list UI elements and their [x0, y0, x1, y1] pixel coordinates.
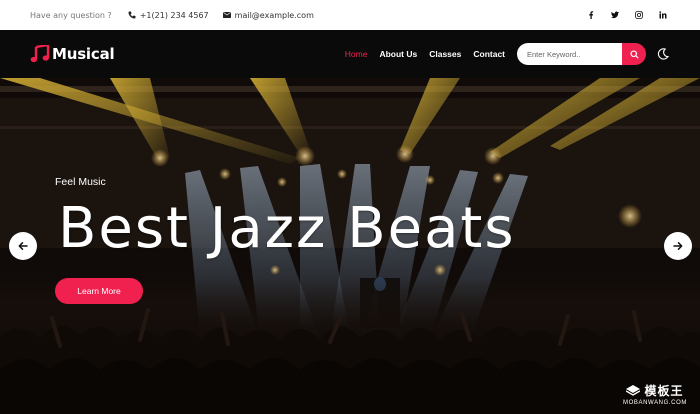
watermark-en-text: MOBANWANG.COM: [623, 400, 687, 406]
question-text: Have any question ?: [30, 10, 112, 20]
instagram-icon[interactable]: [634, 10, 644, 20]
email-contact[interactable]: mail@example.com: [222, 10, 314, 20]
mail-icon: [222, 12, 231, 18]
hero-banner: Feel Music Best Jazz Beats Learn More 模板…: [0, 78, 700, 414]
arrow-left-icon: [18, 242, 28, 250]
search-button[interactable]: [622, 43, 646, 65]
logo-text: Musical: [52, 45, 115, 63]
music-note-icon: [30, 45, 50, 63]
nav-link-classes[interactable]: Classes: [429, 49, 461, 59]
nav-link-about-us[interactable]: About Us: [379, 49, 417, 59]
phone-icon: [128, 11, 136, 19]
phone-number: +1(21) 234 4567: [139, 10, 209, 20]
watermark-logo-icon: [626, 384, 641, 396]
learn-more-button[interactable]: Learn More: [55, 278, 143, 304]
moon-icon: [657, 48, 669, 60]
hero-headline: Best Jazz Beats: [58, 196, 516, 261]
search-icon: [629, 49, 639, 59]
nav-menu: Home About Us Classes Contact: [345, 49, 505, 59]
theme-toggle[interactable]: [656, 47, 670, 61]
linkedin-icon[interactable]: [658, 10, 668, 20]
email-address: mail@example.com: [234, 10, 314, 20]
top-info-bar: Have any question ? +1(21) 234 4567 mail…: [0, 0, 700, 30]
twitter-icon[interactable]: [610, 10, 620, 20]
site-watermark: 模板王 MOBANWANG.COM: [615, 378, 695, 410]
carousel-prev-button[interactable]: [9, 232, 37, 260]
watermark-cn-text: 模板王: [644, 384, 684, 398]
carousel-next-button[interactable]: [664, 232, 692, 260]
site-logo[interactable]: Musical: [30, 45, 115, 63]
facebook-icon[interactable]: [586, 10, 596, 20]
nav-link-contact[interactable]: Contact: [473, 49, 505, 59]
search-input[interactable]: [517, 43, 622, 65]
search-form: [517, 43, 646, 65]
social-links: [586, 10, 668, 20]
hero-eyebrow: Feel Music: [55, 176, 106, 188]
phone-contact[interactable]: +1(21) 234 4567: [128, 11, 209, 20]
nav-link-home[interactable]: Home: [345, 49, 368, 59]
arrow-right-icon: [673, 242, 683, 250]
main-navbar: Musical Home About Us Classes Contact: [0, 30, 700, 78]
